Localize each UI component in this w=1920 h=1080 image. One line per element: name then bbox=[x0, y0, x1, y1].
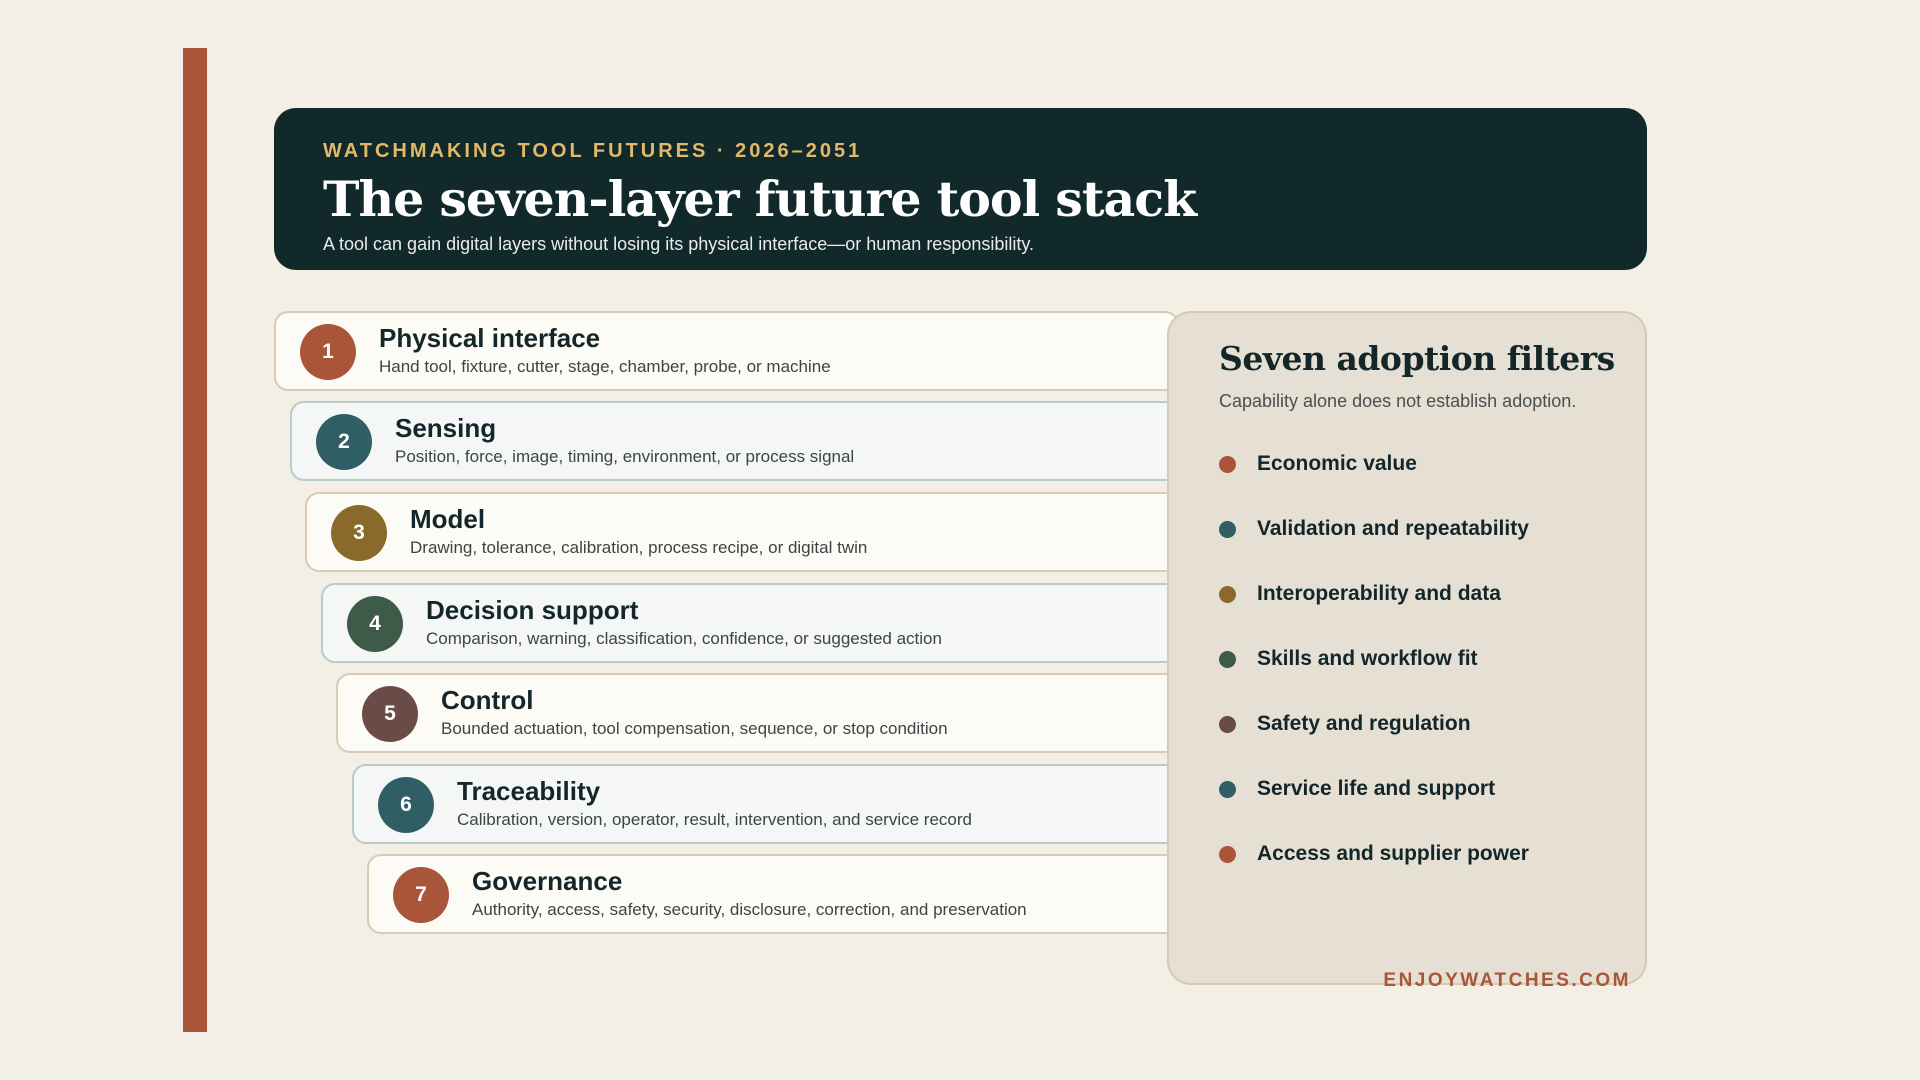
filter-label: Service life and support bbox=[1257, 777, 1496, 800]
layer-description: Drawing, tolerance, calibration, process… bbox=[410, 538, 868, 557]
layer-number-badge: 7 bbox=[393, 867, 449, 923]
bullet-dot-icon bbox=[1219, 846, 1236, 863]
layer-description: Comparison, warning, classification, con… bbox=[426, 629, 942, 648]
layer-number-badge: 2 bbox=[316, 414, 372, 470]
layer-card-6: 6 Traceability Calibration, version, ope… bbox=[352, 764, 1179, 844]
layer-card-5: 5 Control Bounded actuation, tool compen… bbox=[336, 673, 1179, 753]
footer-brand: ENJOYWATCHES.COM bbox=[1383, 970, 1631, 991]
layer-description: Calibration, version, operator, result, … bbox=[457, 810, 972, 829]
layer-description: Position, force, image, timing, environm… bbox=[395, 447, 855, 466]
bullet-dot-icon bbox=[1219, 651, 1236, 668]
bullet-dot-icon bbox=[1219, 781, 1236, 798]
filter-label: Skills and workflow fit bbox=[1257, 647, 1478, 670]
layer-card-2: 2 Sensing Position, force, image, timing… bbox=[290, 401, 1179, 481]
filters-subtitle: Capability alone does not establish adop… bbox=[1219, 391, 1577, 411]
filter-label: Safety and regulation bbox=[1257, 712, 1471, 735]
layer-number-badge: 6 bbox=[378, 777, 434, 833]
page-subtitle: A tool can gain digital layers without l… bbox=[323, 234, 1035, 254]
filter-label: Access and supplier power bbox=[1257, 842, 1529, 865]
eyebrow: WATCHMAKING TOOL FUTURES · 2026–2051 bbox=[323, 140, 863, 162]
layer-description: Bounded actuation, tool compensation, se… bbox=[441, 719, 948, 738]
layer-name: Decision support bbox=[426, 595, 639, 625]
slide: WATCHMAKING TOOL FUTURES · 2026–2051 The… bbox=[183, 48, 1736, 1032]
bullet-dot-icon bbox=[1219, 586, 1236, 603]
layer-name: Control bbox=[441, 685, 534, 715]
bullet-dot-icon bbox=[1219, 456, 1236, 473]
filter-label: Interoperability and data bbox=[1257, 582, 1501, 605]
bullet-dot-icon bbox=[1219, 716, 1236, 733]
layer-number-badge: 1 bbox=[300, 324, 356, 380]
layer-name: Model bbox=[410, 504, 486, 534]
filter-label: Validation and repeatability bbox=[1257, 517, 1529, 540]
header-banner: WATCHMAKING TOOL FUTURES · 2026–2051 The… bbox=[274, 108, 1647, 270]
page-title: The seven-layer future tool stack bbox=[323, 170, 1197, 228]
layer-description: Hand tool, fixture, cutter, stage, chamb… bbox=[379, 357, 831, 376]
layer-card-1: 1 Physical interface Hand tool, fixture,… bbox=[274, 311, 1179, 391]
layer-number-badge: 4 bbox=[347, 596, 403, 652]
layer-number-badge: 3 bbox=[331, 505, 387, 561]
layer-name: Traceability bbox=[457, 776, 601, 806]
layer-name: Sensing bbox=[395, 413, 497, 443]
layer-card-7: 7 Governance Authority, access, safety, … bbox=[367, 854, 1179, 934]
layer-card-4: 4 Decision support Comparison, warning, … bbox=[321, 583, 1179, 663]
adoption-filters-panel: Seven adoption filters Capability alone … bbox=[1167, 311, 1647, 985]
layer-card-3: 3 Model Drawing, tolerance, calibration,… bbox=[305, 492, 1179, 572]
layer-description: Authority, access, safety, security, dis… bbox=[472, 900, 1027, 919]
bullet-dot-icon bbox=[1219, 521, 1236, 538]
layer-name: Physical interface bbox=[379, 323, 601, 353]
filter-label: Economic value bbox=[1257, 452, 1417, 475]
filters-title: Seven adoption filters bbox=[1219, 339, 1615, 378]
layer-name: Governance bbox=[472, 866, 623, 896]
layer-number-badge: 5 bbox=[362, 686, 418, 742]
accent-bar bbox=[183, 48, 207, 1032]
